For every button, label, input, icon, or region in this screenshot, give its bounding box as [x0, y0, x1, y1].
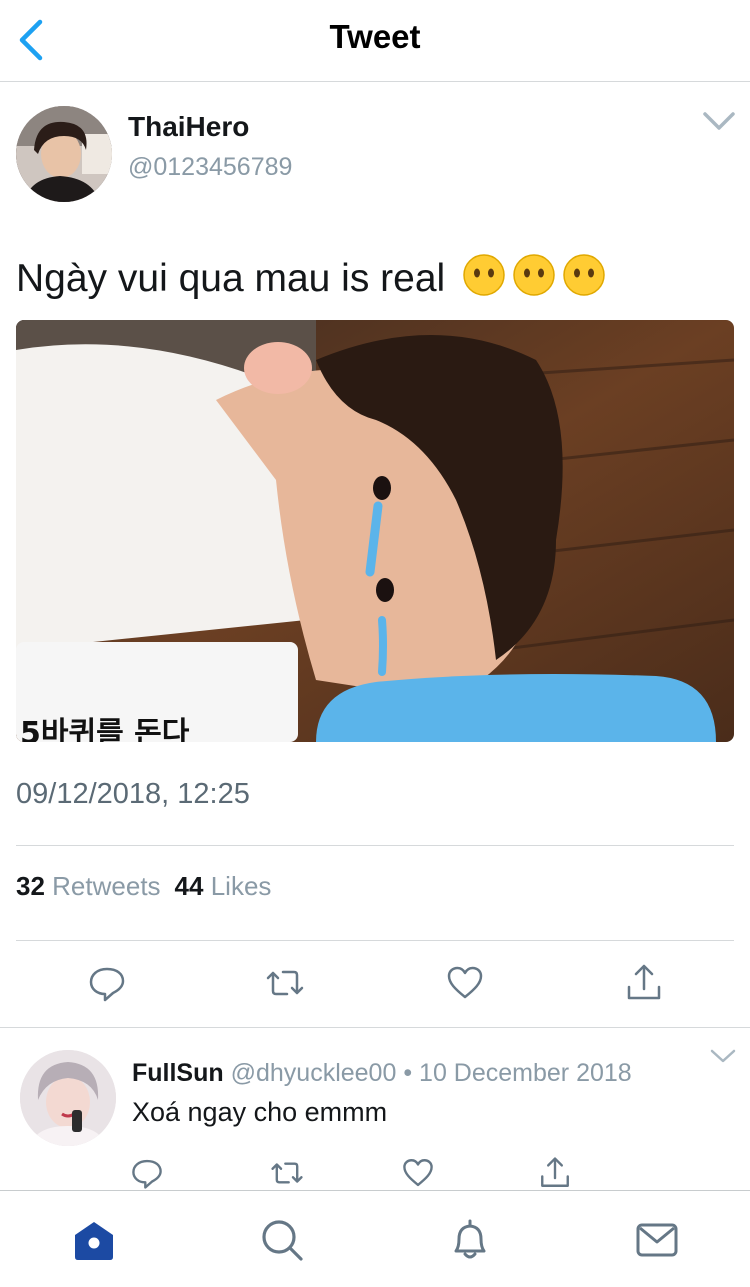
- media-caption: 5바퀴를 돈다: [20, 716, 190, 742]
- like-icon: [403, 1159, 433, 1187]
- reply-tweet[interactable]: FullSun @dhyucklee00 • 10 December 2018 …: [0, 1028, 750, 1190]
- reply-avatar[interactable]: [20, 1050, 116, 1146]
- reply-meta: FullSun @dhyucklee00 • 10 December 2018: [132, 1059, 632, 1088]
- reply-share-button[interactable]: [538, 1156, 572, 1190]
- search-icon: [262, 1220, 303, 1261]
- tab-search[interactable]: [259, 1217, 305, 1263]
- meta-separator: •: [403, 1059, 413, 1087]
- likes-count: 44: [174, 871, 204, 901]
- reply-like-button[interactable]: [401, 1156, 435, 1190]
- tweet-timestamp: 09/12/2018, 12:25: [16, 778, 250, 810]
- retweets-count: 32: [16, 871, 45, 901]
- divider: [16, 940, 734, 941]
- reply-button[interactable]: [87, 963, 127, 1003]
- tweet-stats: 32 Retweets 44 Likes: [16, 871, 271, 902]
- retweets-stat[interactable]: 32 Retweets: [16, 871, 161, 901]
- tweet-text-content: Ngày vui qua mau is real: [16, 257, 446, 300]
- face-without-mouth-icon: [463, 254, 505, 296]
- tab-messages[interactable]: [634, 1217, 680, 1263]
- reply-author-name[interactable]: FullSun: [132, 1059, 224, 1087]
- retweet-icon: [266, 970, 304, 996]
- chevron-down-icon: [703, 112, 735, 130]
- share-button[interactable]: [624, 963, 664, 1003]
- reply-author-handle[interactable]: @dhyucklee00: [231, 1059, 397, 1087]
- author-handle[interactable]: @0123456789: [128, 153, 292, 182]
- reply-reply-button[interactable]: [130, 1156, 164, 1190]
- face-without-mouth-icon: [513, 254, 555, 296]
- tweet-text: Ngày vui qua mau is real: [16, 253, 606, 301]
- nav-header: Tweet: [0, 0, 750, 82]
- divider: [16, 845, 734, 846]
- retweet-icon: [271, 1162, 303, 1184]
- author-avatar[interactable]: [16, 106, 112, 202]
- like-button[interactable]: [445, 963, 485, 1003]
- tweet-media-image[interactable]: 5바퀴를 돈다: [16, 320, 734, 742]
- reply-icon: [132, 1159, 162, 1189]
- likes-stat[interactable]: 44 Likes: [175, 871, 272, 901]
- reply-options-button[interactable]: [710, 1048, 736, 1064]
- likes-label: Likes: [210, 871, 272, 901]
- messages-icon: [636, 1223, 678, 1257]
- tab-notifications[interactable]: [447, 1217, 493, 1263]
- reply-date: 10 December 2018: [419, 1059, 632, 1087]
- chevron-down-icon: [710, 1049, 736, 1063]
- author-name[interactable]: ThaiHero: [128, 111, 249, 143]
- share-icon: [627, 964, 661, 1000]
- reply-retweet-button[interactable]: [270, 1156, 304, 1190]
- tweet-action-bar: [0, 963, 750, 1023]
- like-icon: [447, 966, 483, 999]
- page-title: Tweet: [329, 18, 421, 55]
- reply-text: Xoá ngay cho emmm: [132, 1097, 388, 1127]
- tweet-options-button[interactable]: [702, 109, 736, 133]
- notifications-icon: [454, 1219, 486, 1259]
- reply-icon: [89, 967, 125, 1002]
- retweet-button[interactable]: [265, 963, 305, 1003]
- home-icon: [75, 1222, 113, 1260]
- share-icon: [541, 1157, 569, 1187]
- bottom-tab-bar: [0, 1190, 750, 1287]
- tab-home[interactable]: [71, 1217, 117, 1263]
- face-without-mouth-icon: [563, 254, 605, 296]
- retweets-label: Retweets: [52, 871, 161, 901]
